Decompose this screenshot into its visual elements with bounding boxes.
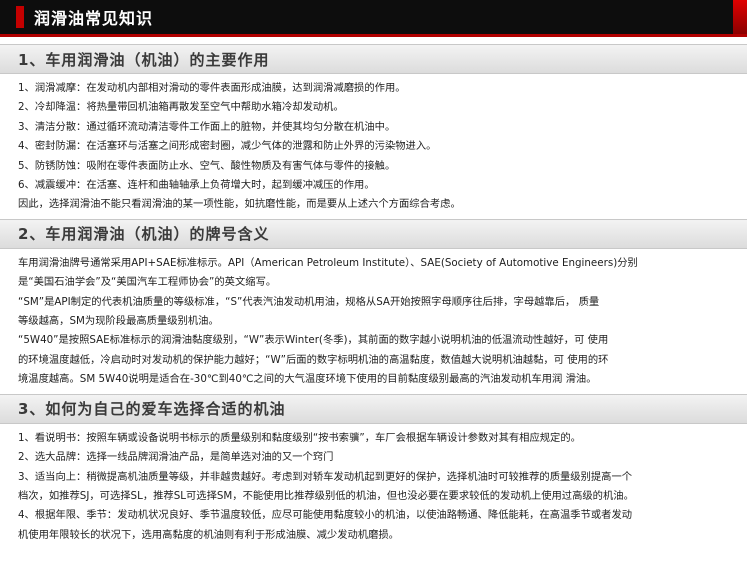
section-choose-oil: 3、如何为自己的爱车选择合适的机油 1、看说明书：按照车辆或设备说明书标示的质量… [0,393,747,549]
text-line: 境温度越高。SM 5W40说明是适合在-30℃到40℃之间的大气温度环境下使用的… [18,373,597,386]
section-body: 车用润滑油牌号通常采用API+SAE标准标示。API（American Petr… [0,249,747,394]
text-line: “SM”是API制定的代表机油质量的等级标准，“S”代表汽油发动机用油，规格从S… [18,295,600,308]
section-main-functions: 1、车用润滑油（机油）的主要作用 1、润滑减摩：在发动机内部相对滑动的零件表面形… [0,44,747,219]
section-body: 1、润滑减摩：在发动机内部相对滑动的零件表面形成油膜，达到润滑减磨损的作用。 2… [0,74,747,219]
text-line: 5、防锈防蚀：吸附在零件表面防止水、空气、酸性物质及有害气体与零件的接触。 [18,159,396,172]
section-grade-meaning: 2、车用润滑油（机油）的牌号含义 车用润滑油牌号通常采用API+SAE标准标示。… [0,218,747,394]
section-body: 1、看说明书：按照车辆或设备说明书标示的质量级别和黏度级别“按书索骥”，车厂会根… [0,424,747,549]
title-accent-block [16,6,24,28]
text-line: 是“美国石油学会”及“美国汽车工程师协会”的英文缩写。 [18,276,277,289]
text-line: 1、看说明书：按照车辆或设备说明书标示的质量级别和黏度级别“按书索骥”，车厂会根… [18,431,581,444]
text-line: 车用润滑油牌号通常采用API+SAE标准标示。API（American Petr… [18,256,638,269]
section-heading: 3、如何为自己的爱车选择合适的机油 [0,393,747,424]
text-line: 2、选大品牌：选择一线品牌润滑油产品，是简单选对油的又一个窍门 [18,451,334,464]
title-corner-decoration [733,0,747,34]
text-line: 1、润滑减摩：在发动机内部相对滑动的零件表面形成油膜，达到润滑减磨损的作用。 [18,82,406,94]
text-line: 档次，如推荐SJ，可选择SL，推荐SL可选择SM，不能使用比推荐级别低的机油，但… [18,489,634,502]
page-title: 润滑油常见知识 [34,9,154,28]
text-line: 因此，选择润滑油不能只看润滑油的某一项性能，如抗磨性能，而是要从上述六个方面综合… [18,198,461,211]
section-heading: 1、车用润滑油（机油）的主要作用 [0,44,747,74]
text-line: 机使用年限较长的状况下，选用高黏度的机油则有利于形成油膜、减少发动机磨损。 [18,528,399,541]
section-heading: 2、车用润滑油（机油）的牌号含义 [0,218,747,249]
text-line: 4、根据年限、季节：发动机状况良好、季节温度较低，应尽可能使用黏度较小的机油，以… [18,509,633,522]
text-line: 的环境温度越低，冷启动时对发动机的保护能力越好；“W”后面的数字标明机油的高温黏… [18,353,609,366]
text-line: 等级越高，SM为现阶段最高质量级别机油。 [18,315,219,328]
text-line: 2、冷却降温：将热量带回机油箱再散发至空气中帮助水箱冷却发动机。 [18,101,344,114]
text-line: 3、适当向上：稍微提高机油质量等级，并非越贵越好。考虑到对轿车发动机起到更好的保… [18,470,633,483]
title-bar: 润滑油常见知识 [0,0,747,37]
text-line: “5W40”是按照SAE标准标示的润滑油黏度级别，“W”表示Winter(冬季)… [18,334,609,347]
text-line: 6、减震缓冲：在活塞、连杆和曲轴轴承上负荷增大时，起到缓冲减压的作用。 [18,179,375,192]
text-line: 3、清洁分散：通过循环流动清洁零件工作面上的脏物，并使其均匀分散在机油中。 [18,120,396,133]
text-line: 4、密封防漏：在活塞环与活塞之间形成密封圈，减少气体的泄露和防止外界的污染物进入… [18,140,437,153]
